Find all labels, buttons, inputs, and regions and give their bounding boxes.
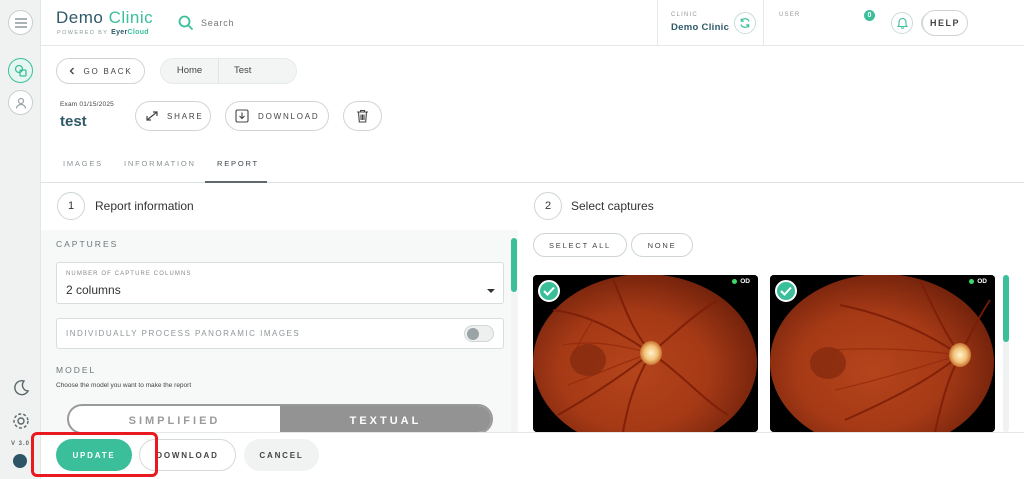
share-label: SHARE	[167, 111, 204, 121]
capture-columns-value: 2 columns	[66, 283, 121, 297]
go-back-button[interactable]: GO BACK	[56, 58, 145, 84]
user-icon	[15, 97, 26, 109]
version-label: V 3.0	[10, 441, 30, 447]
notification-badge: 0	[864, 10, 875, 21]
capture-2-eye-tag: OD	[969, 278, 987, 285]
capture-2-check-icon[interactable]	[775, 280, 797, 302]
tab-active-indicator	[205, 181, 267, 183]
toggle-knob	[467, 328, 479, 340]
capture-columns-select[interactable]: NUMBER OF CAPTURE COLUMNS 2 columns	[56, 262, 504, 304]
app-root: V 3.0 Demo Clinic POWERED BY EyerCloud C…	[0, 0, 1024, 479]
tab-report[interactable]: REPORT	[217, 159, 259, 168]
go-back-label: GO BACK	[83, 66, 133, 76]
status-dot-icon	[732, 279, 738, 284]
capture-card-2[interactable]: OD	[770, 275, 995, 432]
menu-icon	[14, 17, 27, 28]
tab-bar: IMAGES INFORMATION REPORT	[41, 150, 1024, 183]
fundus-image-2	[770, 275, 995, 432]
help-button[interactable]: HELP	[922, 10, 968, 36]
download-report-button[interactable]: DOWNLOAD	[139, 439, 236, 471]
download-icon	[235, 109, 249, 123]
switch-clinic-button[interactable]	[734, 12, 756, 34]
capture-2-eye-label: OD	[977, 278, 987, 285]
app-title-part2: Clinic	[108, 8, 154, 27]
notifications-button[interactable]	[891, 12, 913, 34]
right-scrollbar-thumb[interactable]	[1003, 275, 1009, 342]
model-option-textual[interactable]: TEXTUAL	[280, 406, 491, 432]
breadcrumb-current: Test	[234, 65, 252, 76]
powered-by-label: POWERED BY	[57, 30, 109, 36]
capture-columns-label: NUMBER OF CAPTURE COLUMNS	[66, 271, 192, 277]
settings-button[interactable]	[8, 408, 33, 433]
user-label: USER	[779, 12, 801, 18]
model-description: Choose the model you want to make the re…	[56, 382, 192, 389]
refresh-icon	[740, 18, 750, 28]
brand-logo-icon	[13, 454, 27, 468]
exam-name: test	[60, 113, 87, 130]
share-icon	[146, 111, 158, 121]
search-icon[interactable]	[178, 15, 194, 36]
gear-icon	[12, 412, 29, 429]
model-option-simplified[interactable]: SIMPLIFIED	[69, 406, 280, 432]
caret-down-icon	[487, 289, 495, 293]
app-title-part1: Demo	[56, 8, 104, 27]
clinic-label: CLINIC	[671, 12, 698, 18]
download-exam-button[interactable]: DOWNLOAD	[225, 101, 329, 131]
bell-icon	[896, 17, 908, 29]
capture-1-eye-tag: OD	[732, 278, 750, 285]
left-rail: V 3.0	[0, 0, 41, 479]
moon-icon	[13, 379, 29, 395]
trash-icon	[357, 109, 368, 123]
tab-information[interactable]: INFORMATION	[124, 159, 196, 168]
status-dot-icon	[969, 279, 975, 284]
report-info-title: Report information	[95, 199, 194, 213]
model-section-label: MODEL	[56, 365, 97, 375]
dark-mode-button[interactable]	[8, 375, 33, 400]
step-1-number: 1	[57, 192, 85, 220]
select-captures-title: Select captures	[571, 199, 654, 213]
capture-card-1[interactable]: OD	[533, 275, 758, 432]
app-title: Demo Clinic	[56, 8, 153, 28]
breadcrumb-home[interactable]: Home	[161, 58, 219, 84]
exams-icon	[14, 64, 27, 77]
rail-exams-button[interactable]	[8, 58, 33, 83]
chevron-left-icon	[70, 67, 75, 75]
powered-brand-2: Cloud	[127, 29, 149, 36]
panoramic-toggle-row: INDIVIDUALLY PROCESS PANORAMIC IMAGES	[56, 318, 504, 349]
model-switch: SIMPLIFIED TEXTUAL	[67, 404, 493, 434]
panoramic-label: INDIVIDUALLY PROCESS PANORAMIC IMAGES	[66, 329, 301, 338]
tab-images[interactable]: IMAGES	[63, 159, 103, 168]
capture-1-eye-label: OD	[740, 278, 750, 285]
left-scrollbar-thumb[interactable]	[511, 238, 517, 292]
select-none-button[interactable]: NONE	[631, 233, 693, 257]
top-header: Demo Clinic POWERED BY EyerCloud CLINIC …	[41, 0, 1024, 46]
menu-button[interactable]	[8, 10, 33, 35]
select-all-button[interactable]: SELECT ALL	[533, 233, 627, 257]
fundus-image-1	[533, 275, 758, 432]
delete-exam-button[interactable]	[343, 101, 382, 131]
captures-section-label: CAPTURES	[56, 239, 119, 249]
update-button[interactable]: UPDATE	[56, 439, 132, 471]
exam-date: Exam 01/15/2025	[60, 101, 114, 108]
step-2-number: 2	[534, 192, 562, 220]
breadcrumb: Home Test	[160, 58, 297, 84]
share-button[interactable]: SHARE	[135, 101, 211, 131]
clinic-block: CLINIC Demo Clinic	[657, 0, 764, 46]
search-input[interactable]	[201, 15, 361, 31]
powered-brand-1: Eyer	[111, 29, 128, 36]
download-exam-label: DOWNLOAD	[258, 111, 320, 121]
rail-patients-button[interactable]	[8, 90, 33, 115]
clinic-name: Demo Clinic	[671, 22, 730, 33]
cancel-button[interactable]: CANCEL	[244, 439, 319, 471]
powered-by: POWERED BY EyerCloud	[57, 29, 149, 36]
panoramic-toggle[interactable]	[464, 325, 494, 342]
capture-1-check-icon[interactable]	[538, 280, 560, 302]
